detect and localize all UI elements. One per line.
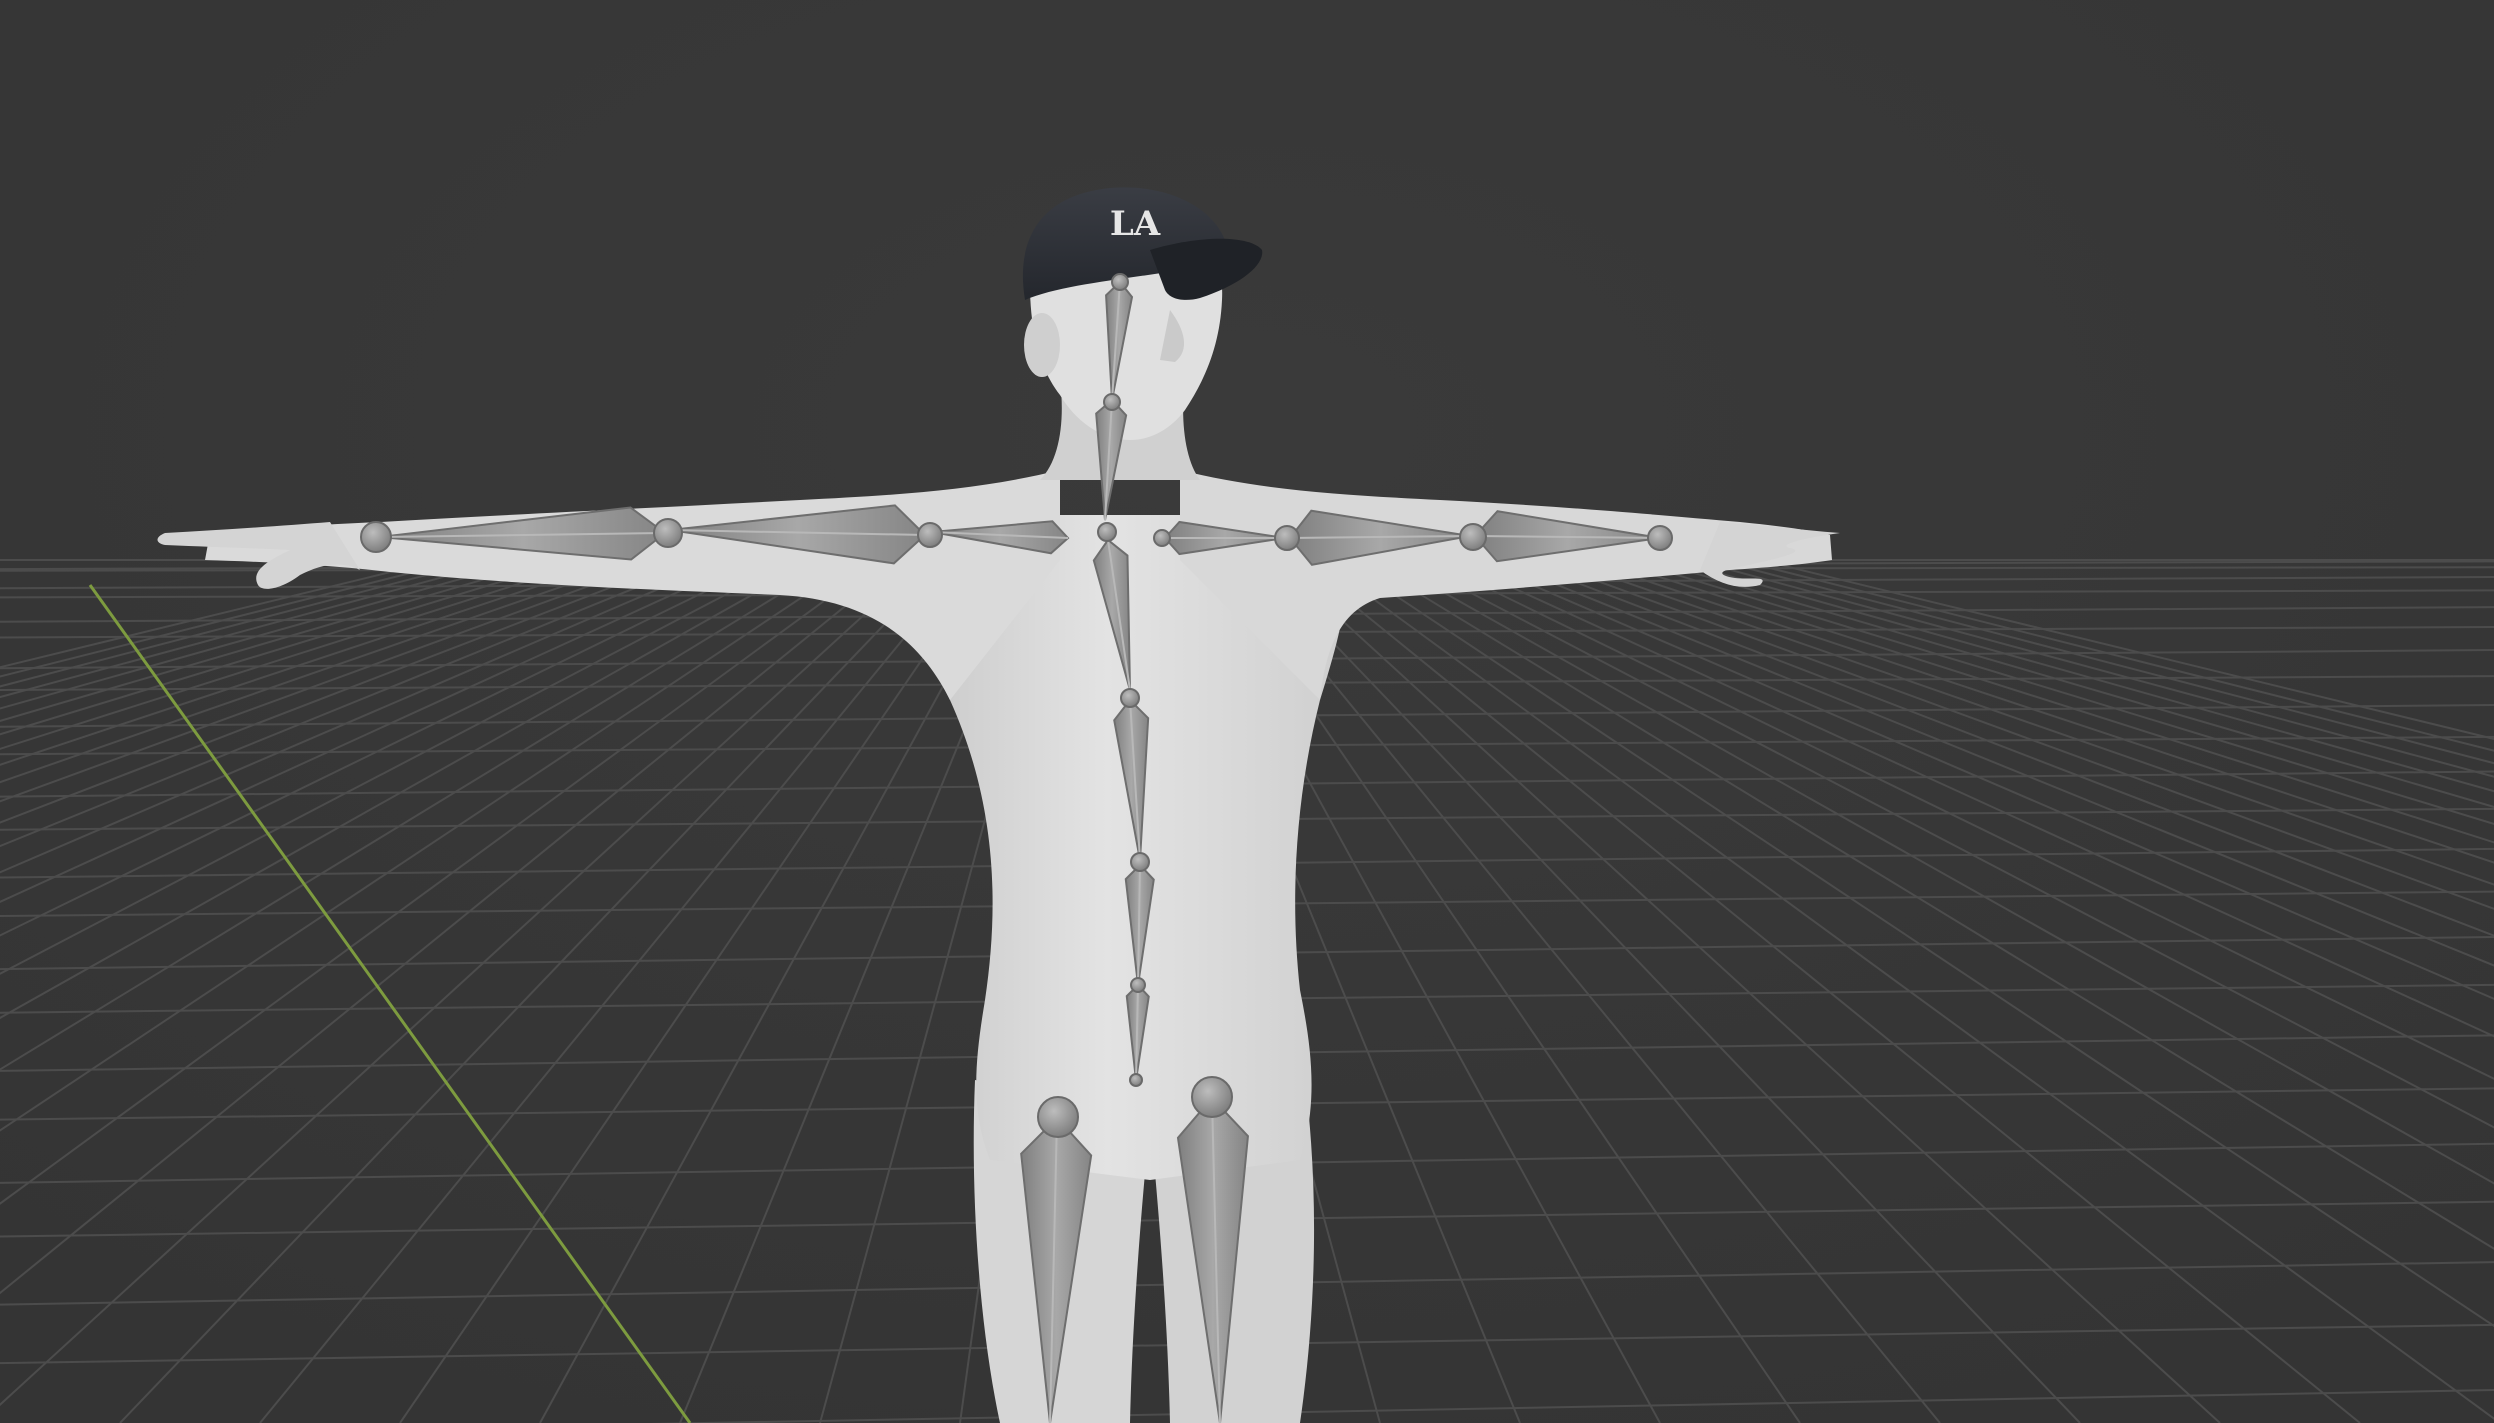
bone-joint[interactable] (1130, 977, 1146, 993)
bone-joint[interactable] (917, 522, 943, 548)
ear-mesh (1024, 313, 1060, 377)
bone-joint[interactable] (1120, 688, 1140, 708)
cap-logo: LA (1110, 204, 1161, 244)
bone-joint[interactable] (1647, 525, 1673, 551)
bone-joint[interactable] (1097, 522, 1117, 542)
bone-joint[interactable] (1111, 273, 1129, 291)
bone-joint[interactable] (1274, 525, 1300, 551)
bone-joint[interactable] (360, 521, 392, 553)
bone-joint[interactable] (1459, 523, 1487, 551)
bone-joint[interactable] (1153, 529, 1171, 547)
bone-joint[interactable] (653, 518, 683, 548)
3d-viewport[interactable]: LA (0, 0, 2494, 1423)
bone-joint[interactable] (1130, 852, 1150, 872)
bone-joint[interactable] (1129, 1073, 1143, 1087)
bone-joint[interactable] (1191, 1076, 1233, 1118)
viewport-canvas[interactable]: LA (0, 0, 2494, 1423)
bone-joint[interactable] (1103, 393, 1121, 411)
bone-joint[interactable] (1037, 1096, 1079, 1138)
